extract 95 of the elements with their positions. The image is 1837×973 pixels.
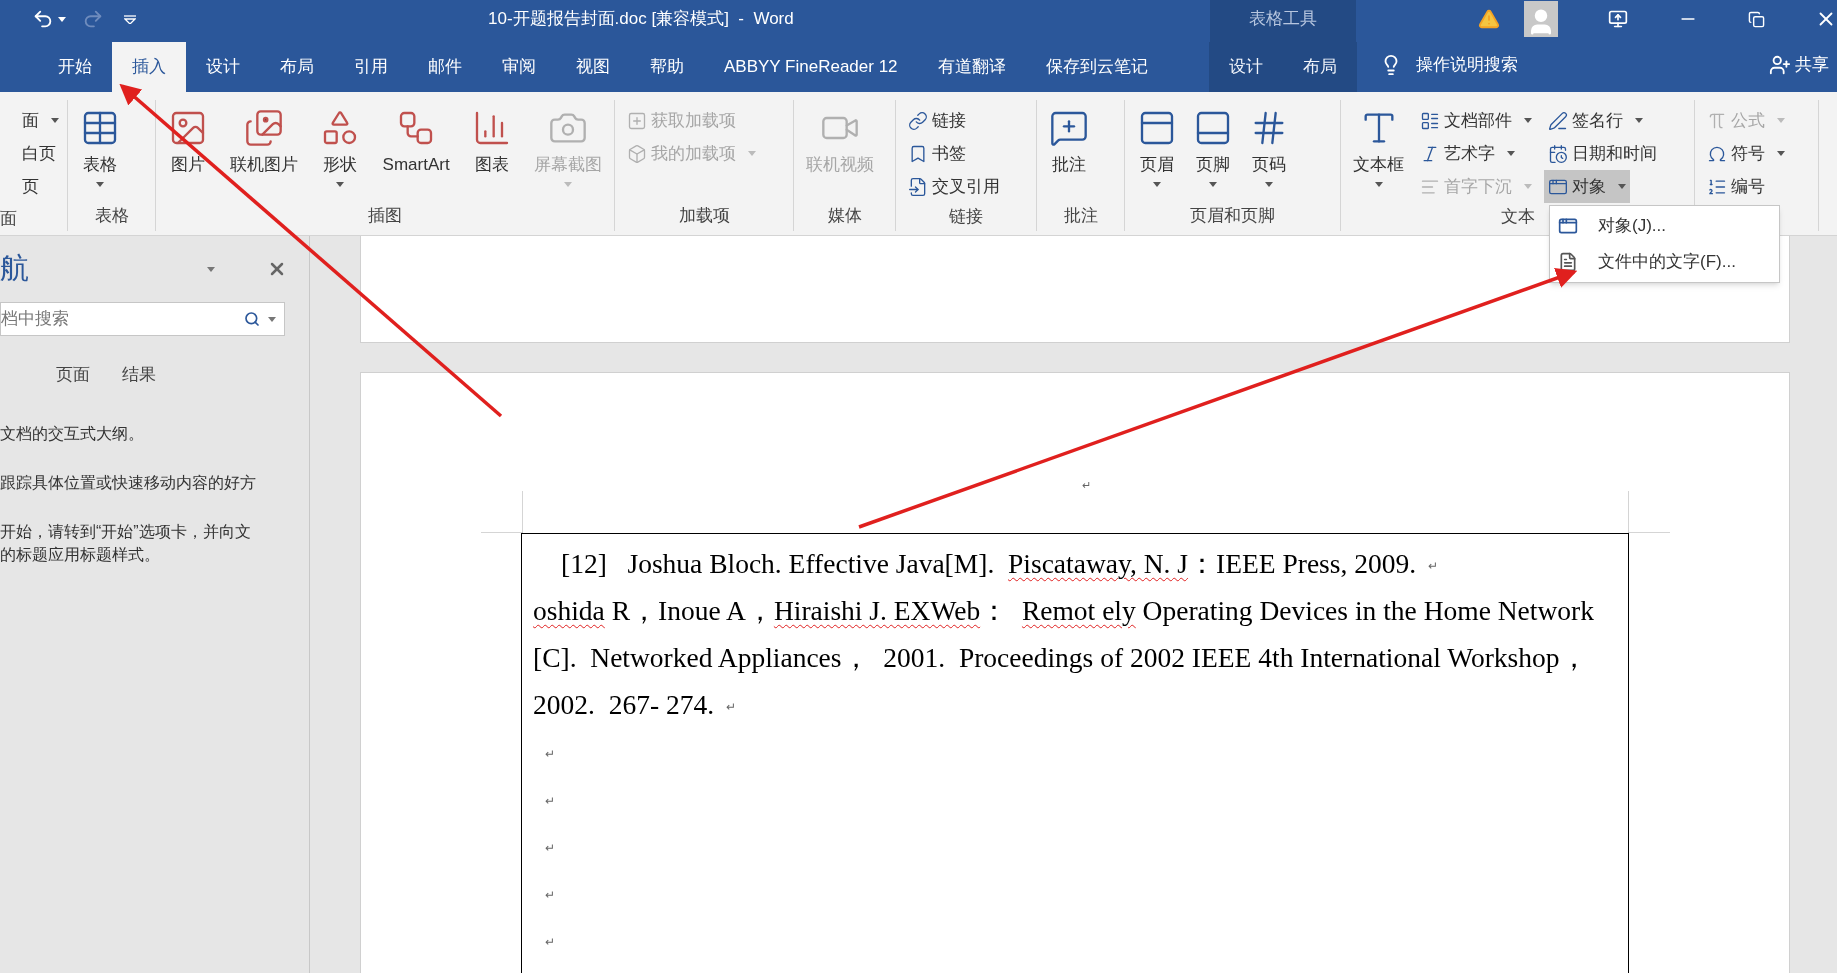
pictures-icon — [244, 108, 285, 148]
search-input[interactable]: 档中搜索 — [1, 306, 244, 332]
paragraph: ↵ — [544, 746, 556, 764]
group-label: 加载项 — [678, 205, 730, 228]
ribbon-button[interactable]: 日期和时间 — [1544, 137, 1661, 170]
menu-item[interactable]: 对象(J)... — [1550, 208, 1779, 244]
window-title: 10-开题报告封面.doc [兼容模式] - Word — [488, 8, 794, 31]
ribbon-button[interactable]: 批注 — [1045, 104, 1093, 178]
caret-icon — [268, 316, 276, 322]
caret-icon — [1777, 118, 1785, 123]
ribbon-button[interactable]: 链接 — [904, 104, 970, 137]
ribbon-button[interactable]: 面 — [18, 104, 63, 137]
ribbon-button[interactable]: 对象 — [1544, 170, 1630, 203]
search-icon[interactable] — [244, 311, 260, 327]
ribbon-button[interactable]: 表格 — [76, 104, 124, 187]
ribbon-button[interactable]: 书签 — [904, 137, 970, 170]
caret-icon — [96, 182, 104, 187]
hint-text: 文档的交互式大纲。 — [0, 424, 145, 444]
window-icon — [1558, 216, 1578, 236]
share-button[interactable]: 共享 — [1769, 52, 1829, 78]
caret-icon — [51, 118, 59, 123]
pane-tab[interactable]: 结果 — [106, 358, 172, 394]
ribbon-button[interactable]: 艺术字 — [1416, 137, 1519, 170]
paragraph-mark: ↵ — [1082, 479, 1091, 491]
ribbon-button[interactable]: 交叉引用 — [904, 170, 1004, 203]
ribbon-button[interactable]: 页眉 — [1133, 104, 1181, 187]
redo-icon — [82, 8, 104, 30]
calendar-clock-icon — [1548, 143, 1568, 164]
ribbon-button[interactable]: 页 — [18, 170, 43, 203]
corner-mark — [1628, 491, 1670, 533]
ribbon-button[interactable]: 页码 — [1245, 104, 1293, 187]
caret-icon — [1524, 184, 1532, 189]
ribbon-button[interactable]: 页脚 — [1189, 104, 1237, 187]
hint-text: 开始，请转到“开始”选项卡，并向文 的标题应用标题样式。 — [0, 522, 252, 565]
group-label: 媒体 — [827, 205, 862, 228]
caret-icon — [1635, 118, 1643, 123]
caret-icon — [1524, 118, 1532, 123]
contextual-header: 表格工具 — [1249, 8, 1317, 31]
caret-icon — [1507, 151, 1515, 156]
undo-icon — [32, 8, 54, 30]
caret-icon — [748, 151, 756, 156]
tell-me-search[interactable]: 操作说明搜索 — [1416, 52, 1518, 78]
ribbon-button[interactable]: 符号 — [1703, 137, 1789, 170]
group-label: 文本 — [1500, 206, 1535, 229]
menu-item[interactable]: 文件中的文字(F)... — [1550, 244, 1779, 280]
document-icon — [1558, 252, 1578, 272]
link-icon — [908, 110, 928, 131]
pane-tab[interactable]: 页面 — [40, 358, 106, 394]
paragraph: ↵ — [544, 887, 556, 905]
caret-icon — [1618, 184, 1626, 189]
file-arrow-icon — [908, 176, 928, 197]
ribbon-button[interactable]: 图表 — [467, 104, 516, 178]
warning-icon[interactable] — [1478, 8, 1500, 30]
caret-icon — [1209, 182, 1217, 187]
ribbon-tab[interactable]: 插入 — [112, 42, 186, 92]
ribbon-button[interactable]: SmartArt — [378, 104, 454, 178]
group-label: 表格 — [94, 205, 129, 228]
hint-text: 跟踪具体位置或快速移动内容的好方 — [0, 473, 257, 493]
ribbon-button[interactable]: 联机图片 — [226, 104, 303, 178]
group-label: 批注 — [1063, 205, 1098, 228]
paragraph: [12] Joshua Bloch. Effective Java[M]. Piscataway, N. J：IEEE Press, 2009. ↵ — [560, 547, 1440, 581]
caret-icon — [1374, 182, 1383, 187]
paragraph: oshida R，Inoue A，Hiraishi J. EXWeb： Remot ely Operating Devices in the Home Network [C]. Networked Appliances， 2001. Proceedings of 2002 IEEE 4th International Workshop， 2002. 267- 274. ↵ — [533, 594, 1595, 722]
search-field[interactable]: 档中搜索 — [0, 302, 285, 336]
ribbon-button[interactable]: 文本框 — [1349, 104, 1408, 187]
group-label: 页眉和页脚 — [1190, 205, 1275, 228]
ribbon-button[interactable]: 编号 — [1703, 170, 1769, 203]
ribbon-button[interactable]: 签名行 — [1544, 104, 1647, 137]
group-label: 面 — [0, 207, 17, 230]
group-label: 插图 — [368, 205, 402, 228]
customize-icon — [124, 14, 136, 24]
pen-icon — [1548, 110, 1568, 131]
plus-square-icon — [627, 110, 647, 131]
caret-icon — [207, 266, 215, 272]
share-person-icon — [1769, 54, 1791, 76]
caret-icon — [1153, 182, 1161, 187]
ribbon-button[interactable]: 白页 — [18, 137, 60, 170]
list-icon — [1420, 110, 1440, 131]
paragraph: ↵ — [544, 934, 556, 952]
caret-icon — [1265, 182, 1273, 187]
corner-mark — [481, 491, 523, 533]
ribbon-button[interactable]: 图片 — [164, 104, 212, 178]
ribbon-display-icon[interactable] — [1608, 9, 1628, 29]
group-label: 链接 — [949, 206, 983, 229]
caret-icon — [336, 182, 345, 187]
restore-icon[interactable] — [1748, 10, 1765, 28]
pane-title: 航 — [0, 251, 29, 287]
caret-icon — [564, 182, 572, 187]
caret-icon — [58, 16, 66, 22]
caret-icon — [1777, 151, 1785, 156]
cube-icon — [627, 143, 647, 164]
paragraph: ↵ — [544, 793, 556, 811]
ribbon-button[interactable]: 形状 — [316, 104, 365, 187]
paragraph: ↵ — [544, 840, 556, 858]
ribbon-button[interactable]: 文档部件 — [1416, 104, 1536, 137]
